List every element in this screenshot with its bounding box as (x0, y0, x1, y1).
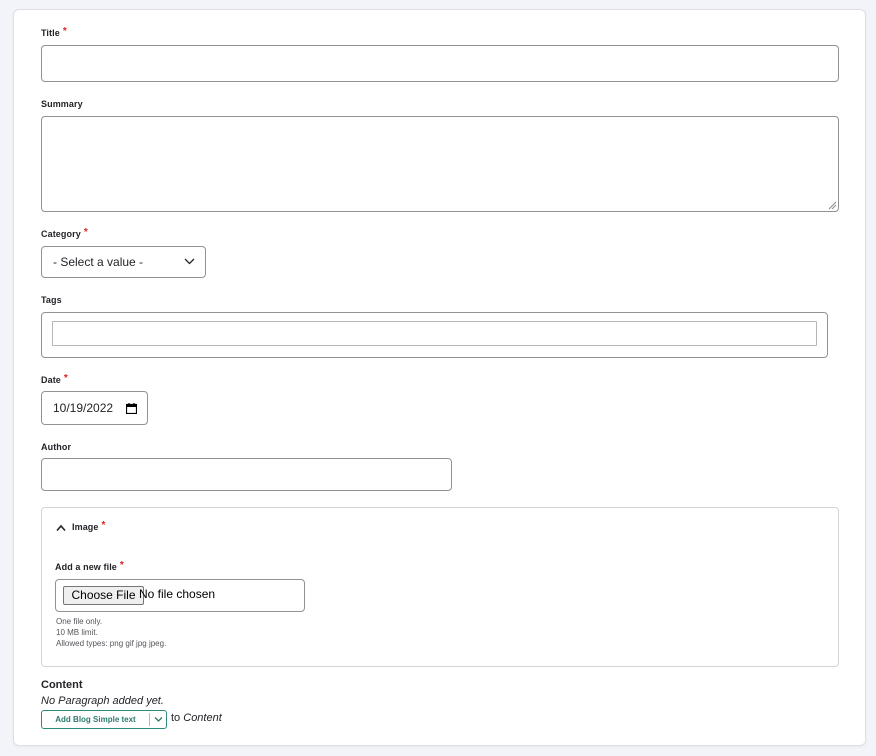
add-paragraph-button-group: Add Blog Simple text (41, 710, 167, 729)
chevron-down-icon (184, 258, 195, 265)
image-fieldset: Image * Add a new file * Choose File No fi… (41, 507, 839, 667)
category-label: Category * (41, 227, 88, 239)
title-label: Title * (41, 26, 67, 38)
to-content-text: to Content (171, 712, 222, 724)
choose-file-button[interactable]: Choose File (63, 586, 144, 605)
category-select[interactable]: - Select a value - (41, 246, 206, 278)
chevron-up-icon (56, 524, 66, 532)
help-line: One file only. (56, 617, 103, 626)
title-input[interactable] (41, 45, 839, 82)
add-blog-simple-text-button[interactable]: Add Blog Simple text (42, 711, 149, 728)
summary-textarea[interactable] (41, 116, 839, 212)
date-label: Date * (41, 373, 68, 385)
author-label: Author (41, 442, 72, 452)
calendar-icon[interactable] (126, 403, 137, 414)
help-line: 10 MB limit. (56, 628, 98, 637)
image-legend: Image * (72, 520, 106, 532)
add-file-label: Add a new file * (55, 560, 124, 572)
content-heading: Content (41, 679, 83, 691)
tags-input[interactable] (52, 321, 817, 346)
required-mark: * (83, 227, 88, 238)
required-mark: * (119, 560, 124, 571)
resize-handle-icon[interactable] (828, 201, 837, 210)
date-input[interactable]: 10/19/2022 (41, 391, 148, 425)
author-input[interactable] (41, 458, 452, 491)
no-paragraph-text: No Paragraph added yet. (41, 695, 164, 707)
add-paragraph-dropdown-toggle[interactable] (150, 711, 167, 728)
required-mark: * (63, 373, 68, 384)
no-file-text: No file chosen (139, 587, 216, 601)
file-help-text: One file only. 10 MB limit. Allowed type… (56, 616, 166, 649)
file-input[interactable]: Choose File No file chosen (55, 579, 305, 612)
required-mark: * (101, 520, 106, 531)
required-mark: * (62, 26, 67, 37)
help-line: Allowed types: png gif jpg jpeg. (56, 639, 167, 648)
tags-label: Tags (41, 295, 62, 305)
summary-label: Summary (41, 99, 83, 109)
date-value: 10/19/2022 (53, 401, 114, 415)
tags-widget (41, 312, 828, 358)
category-selected-value: - Select a value - (53, 255, 144, 269)
chevron-down-icon (154, 717, 163, 722)
